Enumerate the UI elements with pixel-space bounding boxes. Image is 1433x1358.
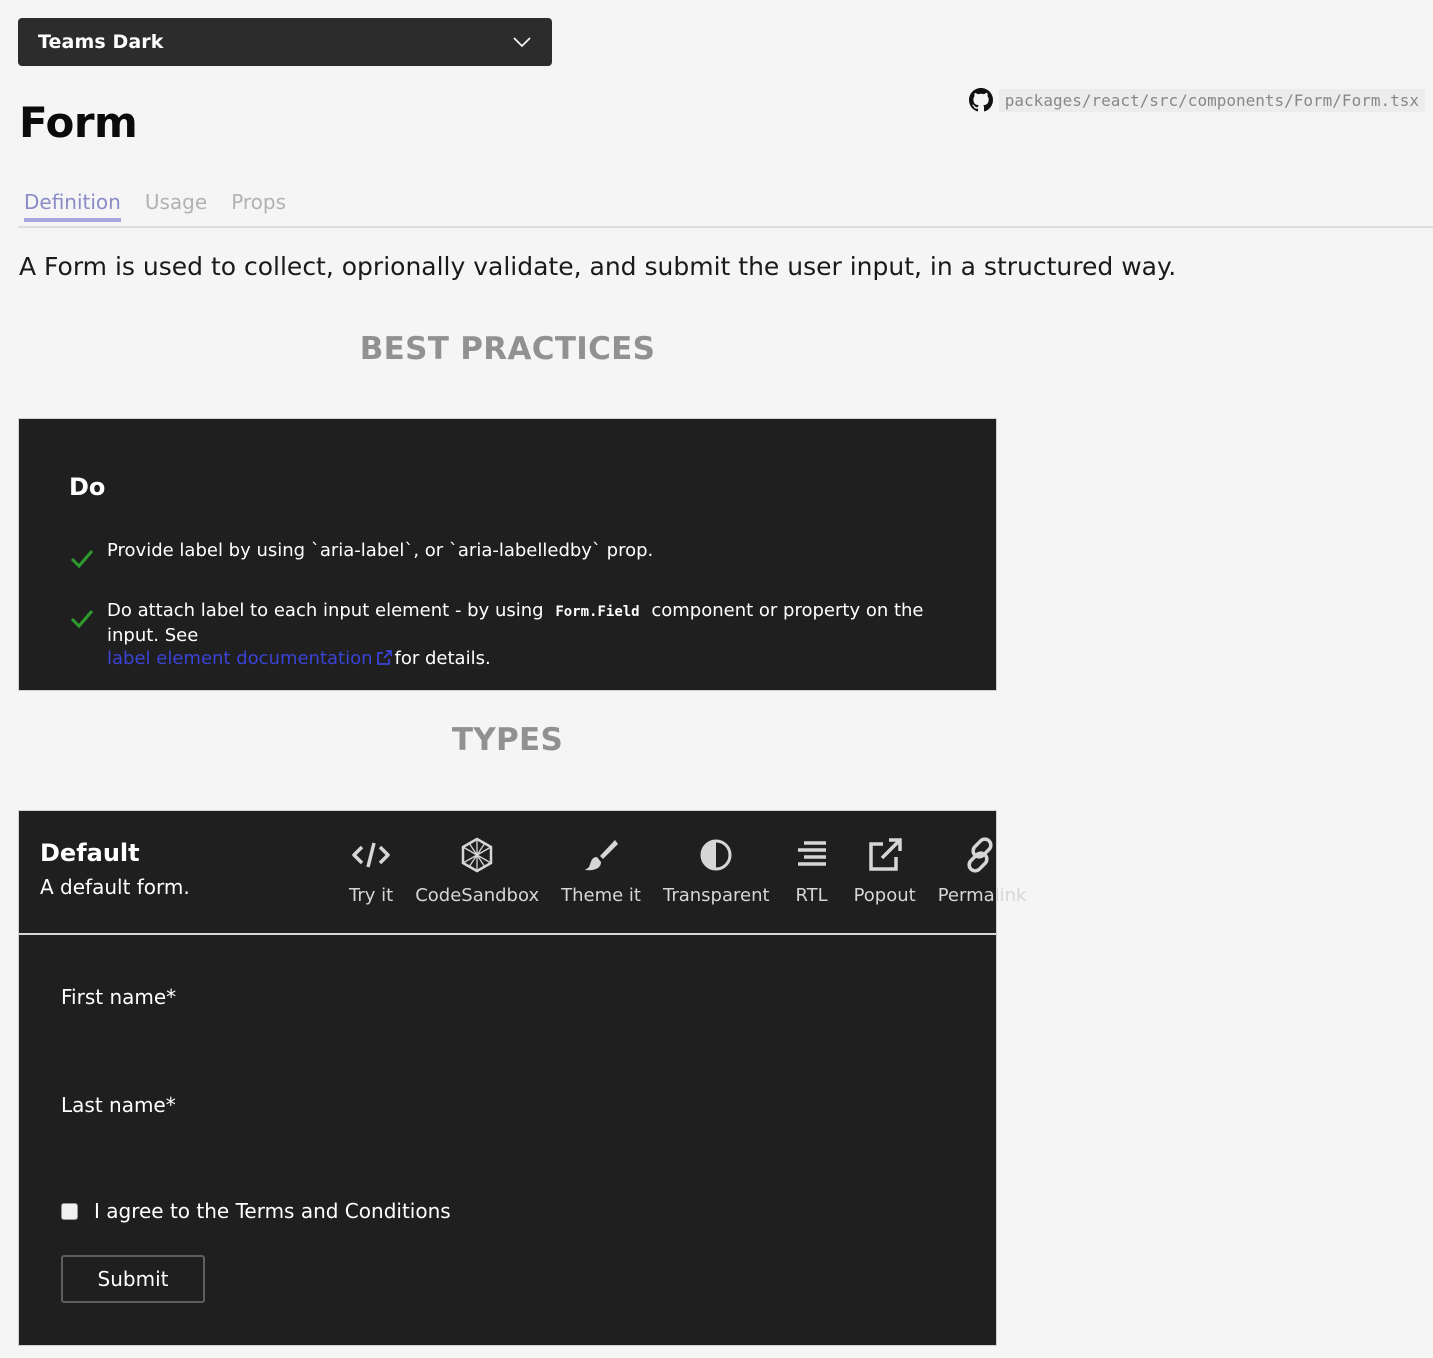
component-description: A Form is used to collect, oprionally va… [19, 252, 1177, 281]
tab-usage[interactable]: Usage [145, 190, 207, 222]
codesandbox-icon [461, 837, 493, 873]
external-link-icon [376, 650, 392, 665]
terms-checkbox-label: I agree to the Terms and Conditions [94, 1199, 451, 1223]
do-item: Provide label by using `aria-label`, or … [69, 539, 946, 571]
page-title: Form [19, 98, 138, 147]
paintbrush-icon [585, 840, 619, 871]
do-item-text: Provide label by using `aria-label`, or … [107, 540, 654, 561]
tab-bar: Definition Usage Props [24, 190, 286, 222]
best-practices-heading: BEST PRACTICES [359, 331, 656, 367]
transparent-button[interactable]: Transparent [663, 835, 770, 906]
permalink-label: Permalink [937, 885, 1027, 906]
checkmark-icon [70, 610, 94, 629]
inline-code: Form.Field [555, 604, 640, 620]
half-circle-icon [700, 839, 732, 871]
label-docs-link[interactable]: label element documentation [107, 648, 373, 669]
transparent-label: Transparent [662, 885, 770, 906]
theme-it-button[interactable]: Theme it [561, 835, 641, 906]
do-item-text-before: Do attach label to each input element - … [107, 600, 544, 621]
codesandbox-button[interactable]: CodeSandbox [415, 835, 539, 906]
try-it-button[interactable]: Try it [349, 835, 393, 906]
do-card: Do Provide label by using `aria-label`, … [18, 418, 997, 691]
code-icon [352, 842, 390, 868]
terms-checkbox[interactable] [61, 1202, 78, 1220]
source-link[interactable]: packages/react/src/components/Form/Form.… [968, 87, 1425, 113]
terms-checkbox-row: I agree to the Terms and Conditions [61, 1199, 451, 1223]
rtl-label: RTL [795, 885, 828, 906]
external-link-icon [868, 838, 902, 871]
github-icon [968, 88, 993, 112]
align-right-icon [797, 841, 826, 866]
checkmark-icon [70, 550, 94, 569]
first-name-label: First name* [61, 985, 177, 1009]
theme-it-label: Theme it [561, 885, 641, 906]
example-header: Default A default form. Try it CodeSandb… [19, 811, 1026, 935]
last-name-label: Last name* [61, 1093, 176, 1117]
do-item: Do attach label to each input element - … [69, 599, 946, 670]
submit-button[interactable]: Submit [61, 1255, 205, 1303]
do-item-text-end: for details. [394, 648, 491, 669]
link-icon [967, 837, 993, 873]
source-path: packages/react/src/components/Form/Form.… [998, 88, 1425, 112]
tab-divider [18, 226, 1433, 228]
popout-label: Popout [853, 885, 916, 906]
example-description: A default form. [40, 875, 190, 899]
tab-definition[interactable]: Definition [24, 190, 121, 222]
do-title: Do [69, 473, 106, 501]
chevron-down-icon [512, 32, 532, 52]
popout-button[interactable]: Popout [854, 835, 916, 906]
rtl-button[interactable]: RTL [792, 835, 832, 906]
do-item-text-2: Do attach label to each input element - … [107, 599, 946, 670]
theme-dropdown[interactable]: Teams Dark [18, 18, 552, 66]
example-title: Default [40, 839, 140, 867]
example-default: Default A default form. Try it CodeSandb… [18, 810, 1026, 1346]
example-toolbar: Try it CodeSandbox Theme it Transparent … [349, 835, 1048, 906]
permalink-button[interactable]: Permalink [937, 835, 1027, 906]
try-it-label: Try it [349, 885, 394, 906]
theme-dropdown-value: Teams Dark [38, 31, 164, 53]
types-heading: TYPES [451, 722, 564, 758]
tab-props[interactable]: Props [231, 190, 286, 222]
codesandbox-label: CodeSandbox [415, 885, 540, 906]
